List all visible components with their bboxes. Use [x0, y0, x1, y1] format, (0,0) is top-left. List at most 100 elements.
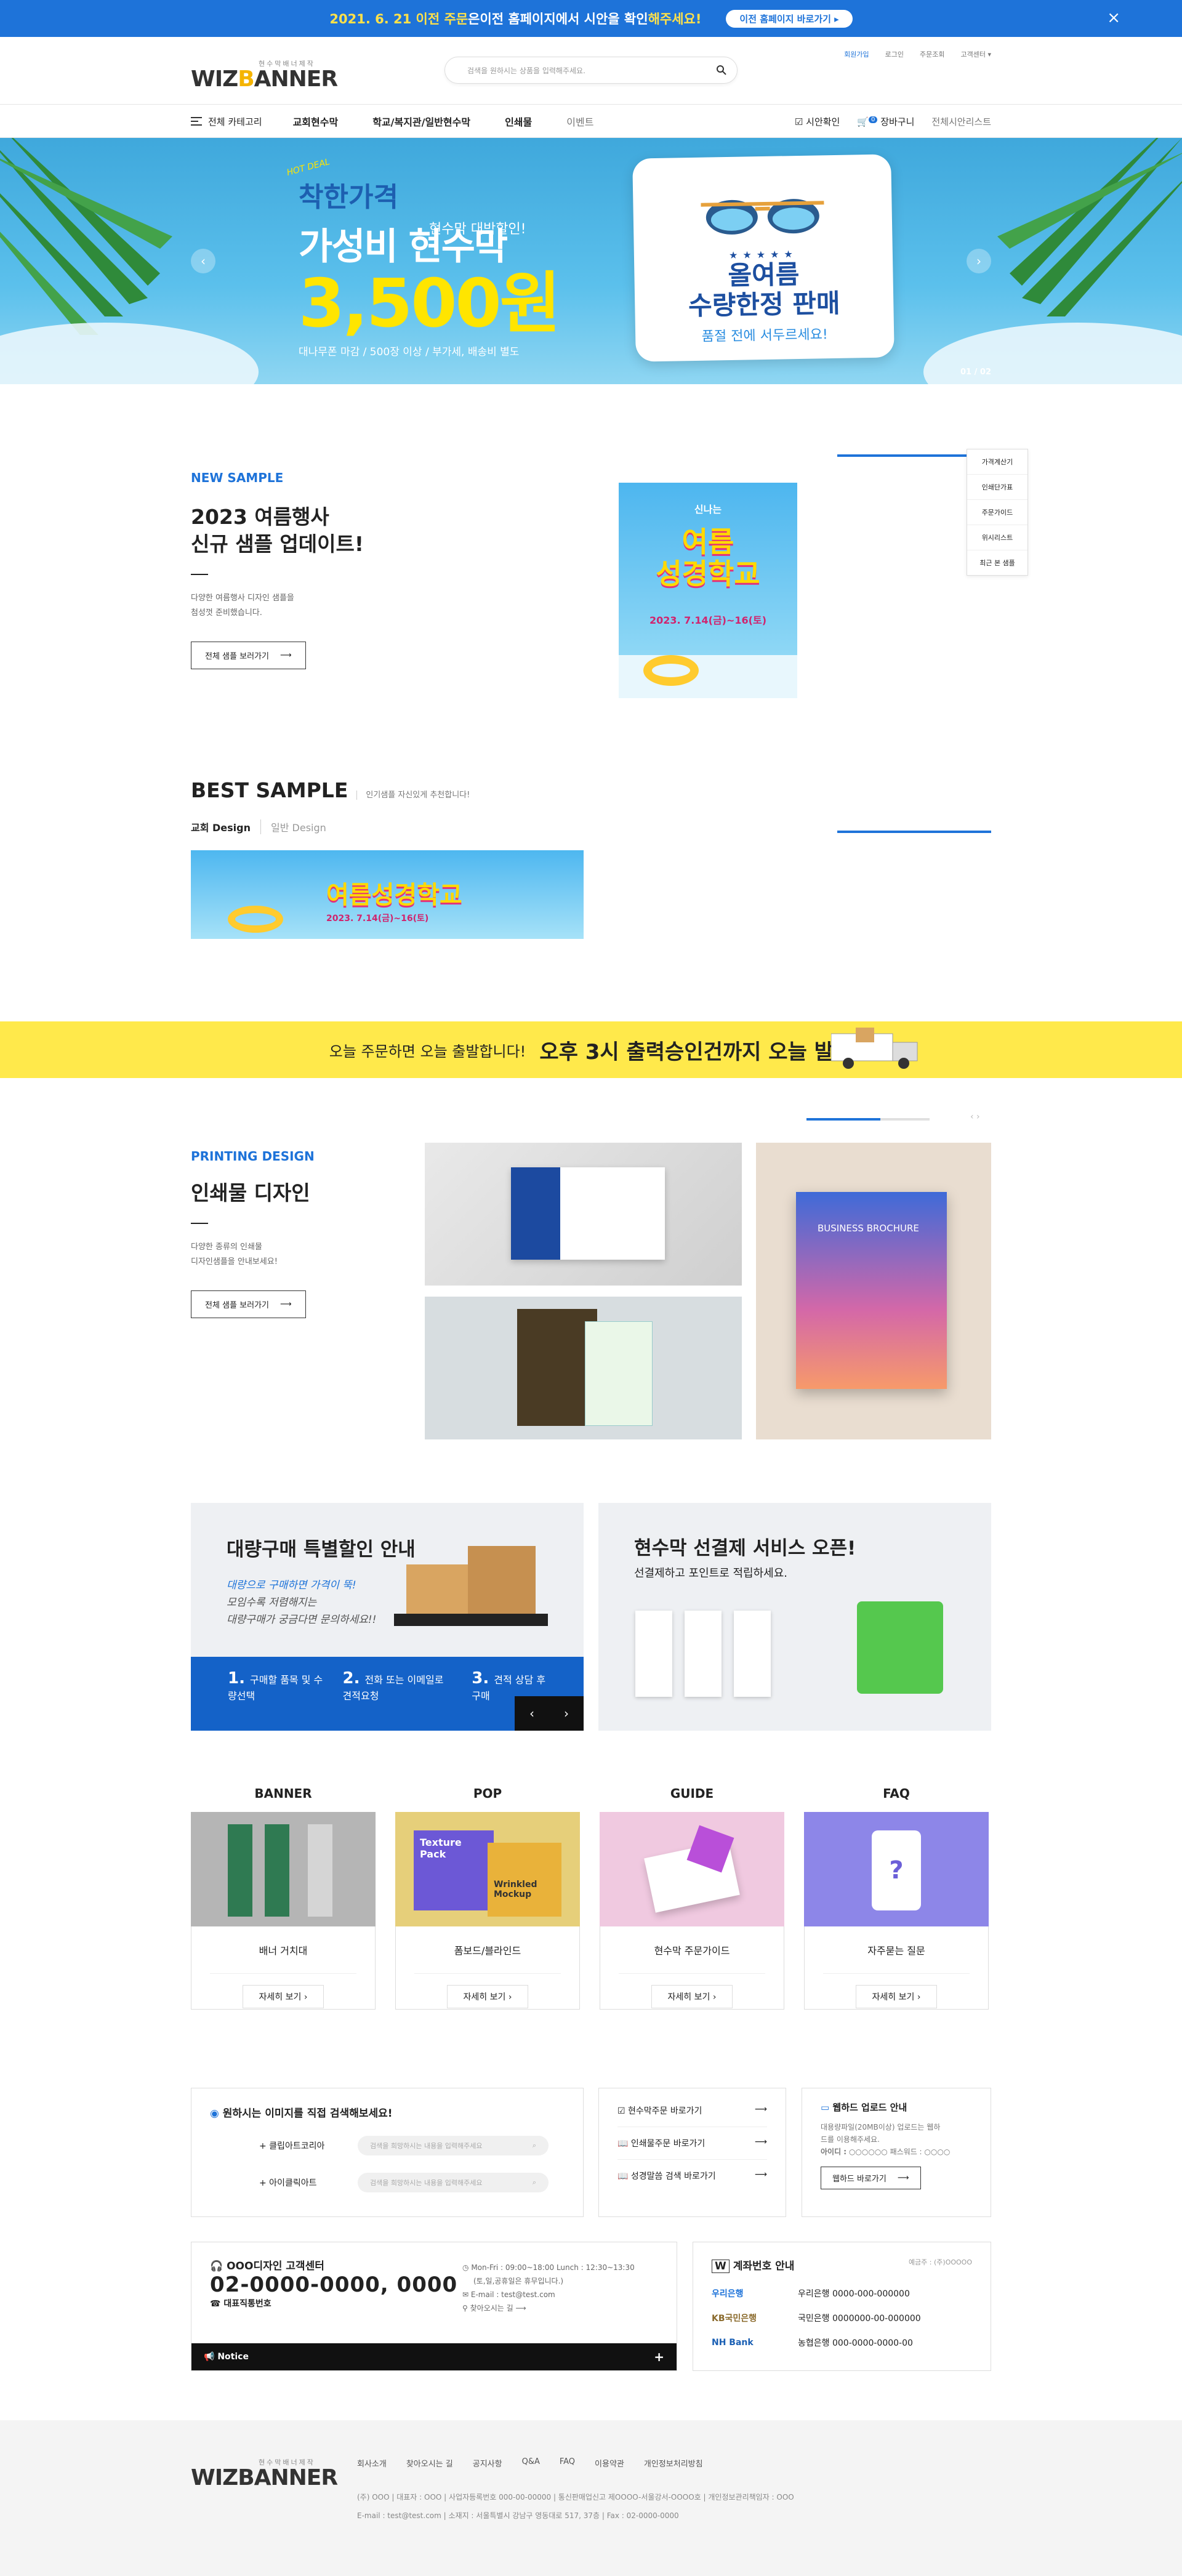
proof-check-link[interactable]: ☑ 시안확인: [795, 115, 840, 128]
arrow-right-icon: ⟶: [279, 651, 292, 660]
hero-banner[interactable]: ‹ › HOT DEAL 착한가격 현수막 대박할인! 가성비 현수막 3,50…: [0, 138, 1182, 384]
view-all-print-button[interactable]: 전체 샘플 보러가기 ⟶: [191, 1290, 306, 1318]
link-banner-order[interactable]: ☑ 현수막주문 바로가기 ⟶: [617, 2095, 767, 2127]
webhard-title: ▭ 웹하드 업로드 안내: [821, 2102, 907, 2113]
footer-link[interactable]: 이용약관: [595, 2457, 624, 2469]
section-title: 2023 여름행사 신규 샘플 업데이트!: [191, 505, 364, 556]
card-banner[interactable]: BANNER 배너 거치대 자세히 보기 ›: [191, 1786, 376, 2010]
card-detail-button[interactable]: 자세히 보기 ›: [651, 1985, 733, 2008]
bank-row: 우리은행 우리은행 0000-000-000000: [712, 2281, 972, 2306]
prepay-service-promo[interactable]: 현수막 선결제 서비스 오픈! 선결제하고 포인트로 적립하세요.: [598, 1503, 991, 1731]
cs-hours: ◷ Mon-Fri : 09:00~18:00 Lunch : 12:30~13…: [462, 2261, 635, 2315]
hero-prev-button[interactable]: ‹: [191, 249, 215, 273]
util-support[interactable]: 고객센터 ▾: [961, 49, 992, 59]
webhard-button[interactable]: 웹하드 바로가기 ⟶: [821, 2167, 921, 2189]
card-name: 배너 거치대: [210, 1926, 356, 1974]
bulk-discount-promo[interactable]: 대량구매 특별할인 안내 대량으로 구매하면 가격이 뚝! 모임수록 저렴해지는 대…: [191, 1503, 584, 1731]
promo-next-button[interactable]: ›: [549, 1696, 584, 1731]
cart-link[interactable]: 🛒 0 장바구니: [857, 115, 914, 128]
step-1: 1. 구매할 품목 및 수량선택: [228, 1669, 323, 1702]
mail-icon: ✉: [462, 2290, 469, 2299]
best-sample-image[interactable]: 여름성경학교 2023. 7.14(금)~16(토): [191, 850, 584, 939]
util-order-lookup[interactable]: 주문조회: [920, 49, 944, 59]
section-divider-line: [837, 831, 991, 833]
customer-center-box: 🎧 OOO디자인 고객센터 02-0000-0000, 0000 ☎ 대표직통번…: [191, 2242, 677, 2371]
brochure-image-3[interactable]: BUSINESS BROCHURE: [756, 1143, 991, 1439]
promo-prev-button[interactable]: ‹: [515, 1696, 549, 1731]
best-image-title: 여름성경학교: [326, 881, 462, 909]
eye-icon: ◉: [210, 2107, 219, 2120]
cart-count: 0: [869, 116, 878, 123]
shipping-text-b: 오후 3시 출력승인건까지 오늘 발송: [539, 1039, 853, 1065]
progress-fill: [806, 1118, 880, 1121]
bank-logo: NH Bank: [712, 2338, 754, 2348]
float-ring-shape: [228, 906, 283, 933]
footer-link[interactable]: 회사소개: [357, 2457, 387, 2469]
util-login[interactable]: 로그인: [885, 49, 904, 59]
iclickart-search-input[interactable]: 검색을 희망하시는 내용을 입력해주세요 ⌕: [358, 2173, 549, 2192]
boxes-illustration: [394, 1540, 554, 1632]
brochure-image-1[interactable]: [425, 1143, 742, 1286]
footer-link[interactable]: 개인정보처리방침: [644, 2457, 703, 2469]
top-announcement-bar: 2021. 6. 21 이전 주문 은 이전 홈페이지에서 시안을 확인 해주세…: [0, 0, 1182, 37]
nav-print[interactable]: 인쇄물: [505, 114, 532, 129]
menu-icon: [191, 117, 202, 126]
link-print-order[interactable]: 📖 인쇄물주문 바로가기 ⟶: [617, 2127, 767, 2160]
quick-recent[interactable]: 최근 본 샘플: [967, 550, 1027, 575]
clipart-search-input[interactable]: 검색을 희망하시는 내용을 입력해주세요 ⌕: [358, 2136, 549, 2155]
view-all-samples-button[interactable]: 전체 샘플 보러가기 ⟶: [191, 642, 306, 669]
hero-sale-card: ★★★★★ 올여름 수량한정 판매 품절 전에 서두르세요!: [632, 154, 895, 362]
footer-link[interactable]: 공지사항: [473, 2457, 502, 2469]
card-guide[interactable]: GUIDE 현수막 주문가이드 자세히 보기 ›: [600, 1786, 784, 2010]
sample-image-tag: 신나는: [694, 504, 722, 515]
announce-text: 은: [468, 12, 480, 26]
nav-school-banner[interactable]: 학교/복지관/일반현수막: [372, 114, 470, 129]
quick-price-table[interactable]: 인쇄단가표: [967, 475, 1027, 500]
card-detail-button[interactable]: 자세히 보기 ›: [446, 1985, 529, 2008]
card-title: FAQ: [883, 1786, 910, 1801]
tab-general-design[interactable]: 일반 Design: [260, 819, 326, 834]
card-detail-button[interactable]: 자세히 보기 ›: [855, 1985, 938, 2008]
arrow-right-icon: ⟶: [897, 2173, 909, 2183]
close-icon[interactable]: ×: [1107, 9, 1120, 27]
pin-icon: ⚲: [462, 2304, 468, 2312]
search-icon[interactable]: [716, 65, 727, 76]
old-homepage-button[interactable]: 이전 홈페이지 바로가기 ▸: [726, 9, 853, 28]
quick-wishlist[interactable]: 위시리스트: [967, 525, 1027, 550]
brochure-image-2[interactable]: [425, 1297, 742, 1439]
link-bible-search[interactable]: 📖 성경말씀 검색 바로가기 ⟶: [617, 2160, 767, 2192]
util-signup[interactable]: 회원가입: [844, 49, 869, 59]
card-faq[interactable]: FAQ ? 자주묻는 질문 자세히 보기 ›: [804, 1786, 989, 2010]
search-input[interactable]: 검색을 원하시는 상품을 입력해주세요.: [444, 57, 738, 84]
all-category-button[interactable]: 전체 카테고리: [191, 115, 262, 128]
quick-order-guide[interactable]: 주문가이드: [967, 500, 1027, 525]
footer-link[interactable]: 찾아오시는 길: [406, 2457, 453, 2469]
same-day-shipping-banner: 오늘 주문하면 오늘 출발합니다! 오후 3시 출력승인건까지 오늘 발송: [0, 1021, 1182, 1078]
footer-link[interactable]: Q&A: [522, 2457, 540, 2469]
hero-card-title-1: 올여름: [728, 259, 800, 291]
new-sample-image[interactable]: 신나는 여름 성경학교 2023. 7.14(금)~16(토): [619, 483, 797, 698]
search-icon: ⌕: [532, 2141, 536, 2149]
card-pop[interactable]: POP Texture Pack Wrinkled Mockup 폼보드/블라인드…: [395, 1786, 580, 2010]
footer-logo[interactable]: 현수막배너제작 WIZBANNER: [191, 2457, 338, 2489]
nav-church-banner[interactable]: 교회현수막: [293, 114, 339, 129]
hero-next-button[interactable]: ›: [967, 249, 991, 273]
site-logo[interactable]: 현수막배너제작 WIZBANNER: [191, 58, 338, 91]
directions-link[interactable]: ⚲ 찾아오시는 길 ⟶: [462, 2301, 635, 2315]
nav-event[interactable]: 이벤트: [566, 114, 593, 129]
promo-sub: 선결제하고 포인트로 적립하세요.: [634, 1567, 788, 1580]
quick-price-calculator[interactable]: 가격계산기: [967, 449, 1027, 475]
bank-holder: 예금주 : (주)OOOOO: [908, 2258, 972, 2266]
hero-copy: HOT DEAL 착한가격 현수막 대박할인! 가성비 현수막 3,500원 대…: [286, 157, 561, 358]
order-links-box: ☑ 현수막주문 바로가기 ⟶ 📖 인쇄물주문 바로가기 ⟶ 📖 성경말씀 검색 바로…: [598, 2088, 786, 2217]
footer-link[interactable]: FAQ: [560, 2457, 575, 2469]
card-detail-button[interactable]: 자세히 보기 ›: [242, 1985, 324, 2008]
arrow-right-icon: ⟶: [754, 2104, 767, 2114]
shipping-text-a: 오늘 주문하면 오늘 출발합니다!: [329, 1042, 526, 1060]
slider-arrows[interactable]: ‹ ›: [970, 1112, 980, 1122]
tab-church-design[interactable]: 교회 Design: [191, 819, 251, 834]
title-dash: [191, 1223, 208, 1224]
standee-illustration: [635, 1611, 771, 1697]
notice-bar[interactable]: 📢 Notice +: [191, 2343, 677, 2370]
all-proof-list-link[interactable]: 전체시안리스트: [931, 115, 991, 128]
